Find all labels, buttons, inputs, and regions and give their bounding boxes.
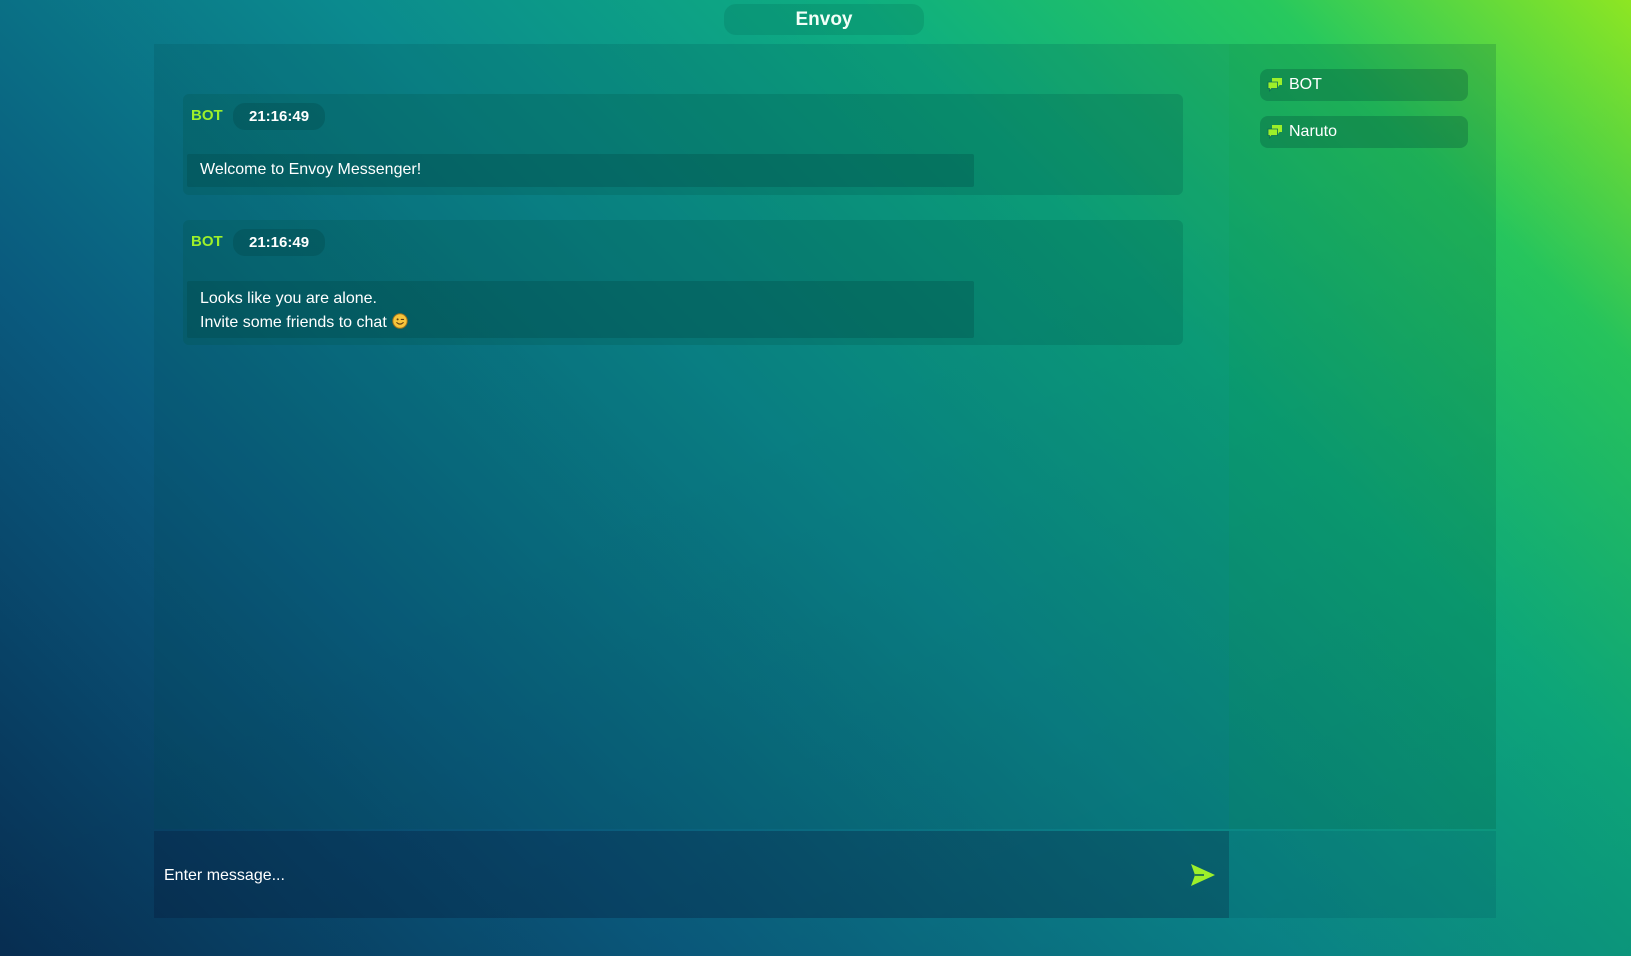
message-card: BOT 21:16:49 Looks like you are alone. I… bbox=[183, 220, 1183, 345]
message-text: Invite some friends to chat bbox=[200, 314, 387, 331]
user-item-bot[interactable]: BOT bbox=[1260, 69, 1468, 101]
user-name: Naruto bbox=[1289, 123, 1338, 140]
message-card: BOT 21:16:49 Welcome to Envoy Messenger! bbox=[183, 94, 1183, 195]
message-text: Welcome to Envoy Messenger! bbox=[200, 161, 422, 178]
user-item-naruto[interactable]: Naruto bbox=[1260, 116, 1468, 148]
online-users-panel: BOT Naruto bbox=[1229, 44, 1496, 829]
message-text: Looks like you are alone. bbox=[200, 290, 377, 307]
winking-face-icon bbox=[392, 313, 408, 329]
message-timestamp: 21:16:49 bbox=[233, 103, 326, 130]
chat-panel: BOT 21:16:49 Welcome to Envoy Messenger!… bbox=[154, 44, 1229, 829]
message-body: Welcome to Envoy Messenger! bbox=[187, 154, 974, 187]
chat-bubbles-icon bbox=[1267, 125, 1282, 140]
composer-side-panel bbox=[1229, 831, 1496, 918]
app-title: Envoy bbox=[724, 4, 924, 35]
chat-bubbles-icon bbox=[1267, 78, 1282, 93]
user-name: BOT bbox=[1289, 76, 1322, 93]
message-input[interactable] bbox=[162, 858, 1146, 894]
message-body: Looks like you are alone. Invite some fr… bbox=[187, 281, 974, 338]
message-composer bbox=[154, 831, 1229, 918]
message-text-line-2: Invite some friends to chat bbox=[200, 311, 961, 335]
message-timestamp: 21:16:49 bbox=[233, 229, 326, 256]
message-sender: BOT bbox=[191, 107, 223, 124]
send-arrow-icon[interactable] bbox=[1189, 862, 1217, 888]
message-sender: BOT bbox=[191, 233, 223, 250]
